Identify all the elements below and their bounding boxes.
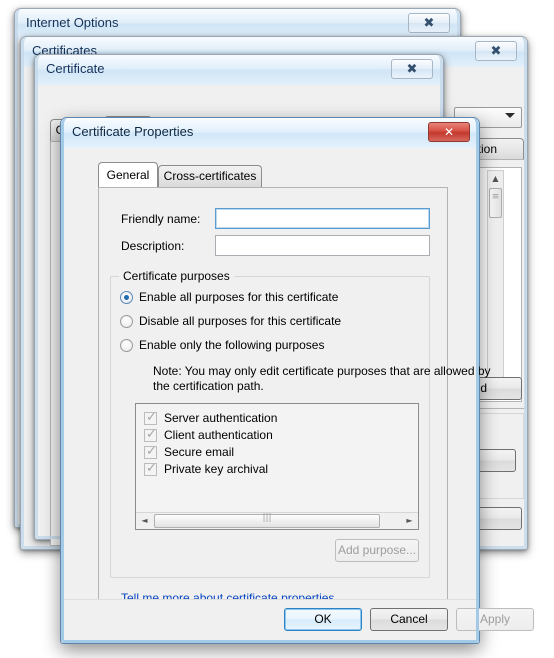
tab-label: Cross-certificates [163,169,257,183]
check-icon: ✓ [146,427,157,442]
purposes-listbox[interactable]: ✓ Server authentication ✓ Client authent… [135,403,419,530]
radio-enable-only-following-label[interactable]: Enable only the following purposes [139,338,324,352]
description-label: Description: [121,239,185,253]
purposes-note-line-2: the certification path. [153,379,264,393]
tab-cross-certificates[interactable]: Cross-certificates [158,165,262,187]
purpose-label-private-key-archival: Private key archival [164,462,269,476]
window-certificate-properties[interactable]: Certificate Properties ✕ General Cross-c… [60,117,534,644]
friendly-name-input[interactable] [215,208,430,229]
certificate-purposes-group-title: Certificate purposes [119,269,234,283]
close-icon: ✖ [406,62,418,77]
hscroll-thumb[interactable]: ||| [154,513,380,528]
tab-general[interactable]: General [98,162,158,187]
purpose-checkbox-client-authentication[interactable]: ✓ [144,427,157,442]
certificates-close-button[interactable]: ✖ [475,41,517,61]
description-input[interactable] [215,235,430,256]
purpose-checkbox-secure-email[interactable]: ✓ [144,444,157,459]
close-icon: ✕ [443,125,455,139]
add-purpose-button-label: Add purpose... [337,543,417,557]
add-purpose-button[interactable]: Add purpose... [335,539,419,562]
purpose-label-server-authentication: Server authentication [164,411,278,425]
scroll-up-icon[interactable]: ▲ [488,171,503,187]
scroll-right-icon[interactable]: ► [401,513,418,529]
purpose-checkbox-server-authentication[interactable]: ✓ [144,410,157,425]
close-icon: ✖ [423,16,435,31]
check-icon: ✓ [146,461,157,476]
internet-options-close-button[interactable]: ✖ [408,13,450,33]
check-icon: ✓ [146,410,157,425]
cert-properties-button-bar: OK Cancel Apply [64,599,534,640]
purpose-checkbox-private-key-archival[interactable]: ✓ [144,461,157,476]
cert-properties-close-button[interactable]: ✕ [428,122,470,142]
purpose-label-secure-email: Secure email [164,445,235,459]
apply-button[interactable]: Apply [456,608,534,631]
purpose-label-client-authentication: Client authentication [164,428,273,442]
ok-button[interactable]: OK [284,608,362,631]
purposes-hscrollbar[interactable]: ◄ ► ||| [136,512,418,529]
apply-button-label: Apply [479,612,511,626]
friendly-name-label: Friendly name: [121,212,201,226]
chevron-down-icon [505,113,515,118]
cert-properties-titlebar[interactable]: Certificate Properties [61,118,479,148]
radio-enable-all-purposes-label[interactable]: Enable all purposes for this certificate [139,290,338,304]
cert-properties-title: Certificate Properties [72,124,194,139]
check-icon: ✓ [146,444,157,459]
certificate-titlebar[interactable]: Certificate [35,55,443,85]
certificate-close-button[interactable]: ✖ [391,59,433,79]
cancel-button-label: Cancel [390,612,428,626]
tab-label: General [106,168,150,182]
scroll-left-icon[interactable]: ◄ [136,513,153,529]
radio-enable-all-purposes[interactable] [120,291,133,304]
certificate-purposes-group: Certificate purposes Enable all purposes… [110,269,491,578]
ok-button-label: OK [314,612,332,626]
vscroll-thumb[interactable]: ≡ [489,188,502,218]
purposes-note-line-1: Note: You may only edit certificate purp… [153,364,491,378]
cert-properties-body: General Cross-certificates Friendly name… [64,148,534,640]
scroll-grip-icon: ||| [262,513,272,523]
screen: Internet Options ✖ Certificates ✖ ficati… [0,0,554,658]
radio-enable-only-following[interactable] [120,339,133,352]
close-icon: ✖ [490,44,502,59]
cancel-button[interactable]: Cancel [370,608,448,631]
scroll-grip-icon: ≡ [491,192,500,202]
internet-options-titlebar[interactable]: Internet Options [15,9,460,39]
radio-disable-all-purposes[interactable] [120,315,133,328]
cert-properties-tabpage: Friendly name: Description: Certificate … [98,187,491,605]
certificate-title: Certificate [46,61,105,76]
radio-disable-all-purposes-label[interactable]: Disable all purposes for this certificat… [139,314,341,328]
internet-options-title: Internet Options [26,15,119,30]
